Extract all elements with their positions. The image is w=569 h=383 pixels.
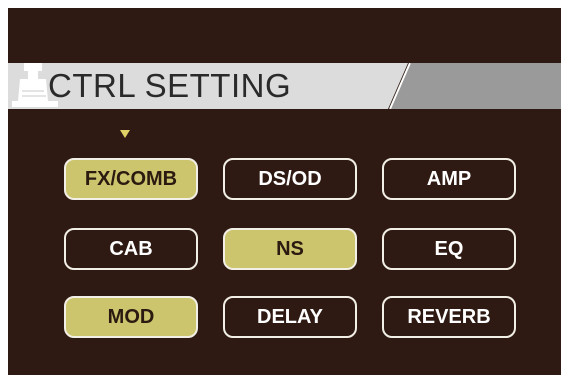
reverb-button[interactable]: REVERB (382, 296, 516, 338)
delay-button[interactable]: DELAY (223, 296, 357, 338)
ns-button[interactable]: NS (223, 228, 357, 270)
ds-od-button[interactable]: DS/OD (223, 158, 357, 200)
page-title: CTRL SETTING (48, 67, 292, 104)
mod-button[interactable]: MOD (64, 296, 198, 338)
fx-comb-button[interactable]: FX/COMB (64, 158, 198, 200)
title-bar: CTRL SETTING (8, 63, 561, 109)
ctrl-setting-screen: CTRL SETTING FX/COMB DS/OD AMP CAB NS EQ… (8, 8, 561, 375)
eq-button[interactable]: EQ (382, 228, 516, 270)
cab-button[interactable]: CAB (64, 228, 198, 270)
pedal-icon (12, 63, 58, 107)
cursor-triangle-icon (120, 130, 130, 138)
amp-button[interactable]: AMP (382, 158, 516, 200)
